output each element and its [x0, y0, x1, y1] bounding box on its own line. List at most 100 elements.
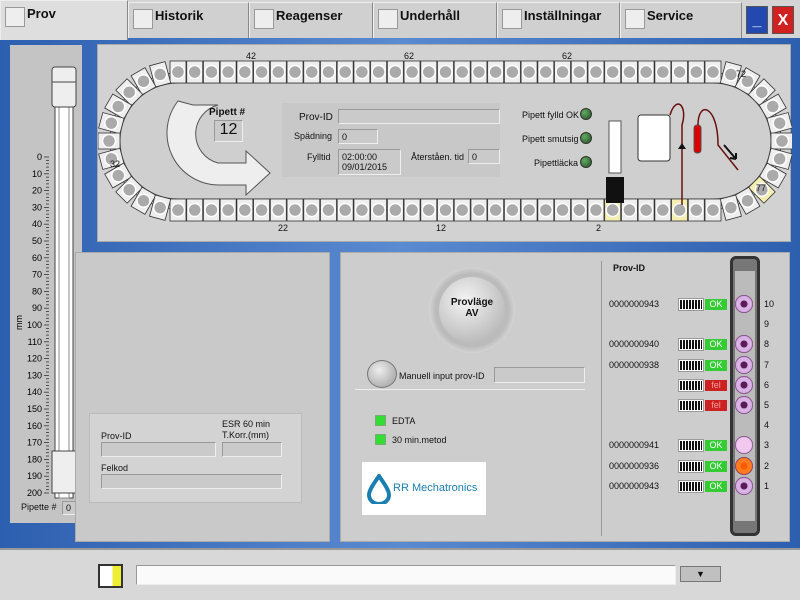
- rack-row-status: fel: [705, 400, 727, 411]
- close-button[interactable]: X: [772, 6, 794, 34]
- service-icon: [625, 9, 645, 29]
- tube-tick-label: 170: [27, 438, 42, 448]
- tube-tick-label: 0: [37, 152, 42, 162]
- tube-panel: 0 10 20 30 40 50 60 70 80 90 100 110 120 130 140 150 160…: [10, 45, 82, 523]
- ruler-icon: [608, 120, 622, 174]
- rack-row-status: OK: [705, 299, 727, 310]
- pipett-label: Pipett #: [209, 107, 246, 118]
- tube-tick-label: 200: [27, 488, 42, 498]
- rack-row-id: 0000000936: [609, 460, 660, 471]
- rack-row: 0000000941 OK 3: [609, 436, 789, 455]
- aterstaende-label: Återståen. tid: [411, 152, 465, 162]
- barcode-icon: [678, 399, 704, 412]
- carousel-slot: [386, 198, 404, 222]
- provlage-button[interactable]: Provläge AV: [439, 277, 505, 343]
- tab-reagenser[interactable]: Reagenser: [249, 2, 373, 38]
- carousel-slot: [587, 60, 605, 84]
- tab-underhall[interactable]: Underhåll: [373, 2, 497, 38]
- barcode-icon: [678, 479, 704, 493]
- carousel-slot: [336, 60, 354, 84]
- rack-position: 7: [764, 359, 770, 370]
- carousel-slot: [554, 198, 571, 222]
- tab-label: Inställningar: [524, 8, 602, 23]
- carousel-slot: [487, 60, 505, 84]
- pipette-value: 0: [62, 501, 76, 515]
- provlage-state: AV: [465, 308, 479, 319]
- tab-historik[interactable]: Historik: [128, 2, 249, 38]
- pipettlacka-label: Pipettläcka: [534, 158, 579, 168]
- rack-row-status: fel: [705, 379, 727, 391]
- tube-tick-label: 80: [32, 286, 42, 296]
- carousel-slot: [253, 198, 270, 222]
- metod-led: [375, 434, 386, 445]
- tab-service[interactable]: Service: [620, 2, 742, 38]
- settings-icon: [502, 9, 522, 29]
- tube-level-marker: [51, 450, 77, 494]
- carousel-slot: [169, 60, 187, 84]
- carousel-slot: [554, 60, 571, 84]
- carousel-slot: [420, 198, 438, 222]
- carousel-slot: [487, 198, 505, 222]
- carousel-slot: [203, 60, 220, 84]
- slot-label: 32: [110, 159, 121, 169]
- prov-id-field: [338, 109, 500, 124]
- tab-label: Prov: [27, 6, 56, 21]
- log-icon[interactable]: [98, 564, 123, 588]
- rack-position: 4: [764, 420, 770, 431]
- rack-row: 0000000943 OK 10: [609, 295, 789, 313]
- rack-row: 0000000938 OK 7: [609, 355, 789, 374]
- carousel-slot: [353, 198, 371, 222]
- carousel-panel: 42 62 62 22 12 2 32 72 77 Pipett # 12 Pr…: [97, 44, 792, 242]
- sample-tube-icon: [735, 375, 753, 394]
- carousel-slot: [687, 198, 705, 222]
- carousel-slot: [269, 198, 287, 222]
- carousel-slot: [587, 198, 605, 222]
- manual-input-button[interactable]: [367, 360, 397, 388]
- edta-label: EDTA: [392, 416, 416, 426]
- dropdown-button[interactable]: ▼: [680, 566, 721, 582]
- esr-field: [222, 442, 282, 457]
- carousel-slot: [219, 60, 237, 84]
- logo: RR Mechatronics: [362, 462, 486, 515]
- manual-input-label: Manuell input prov-ID: [399, 371, 485, 381]
- carousel-slot: [637, 60, 655, 84]
- maintenance-icon: [378, 9, 398, 29]
- history-icon: [133, 9, 153, 29]
- rack-row: 0000000943 OK 1: [609, 476, 789, 495]
- spadning-label: Spädning: [294, 131, 333, 141]
- tube-tick-label: 180: [27, 454, 42, 464]
- rack-position: 3: [764, 440, 770, 451]
- manual-input-field[interactable]: [494, 367, 585, 383]
- carousel-slot: [236, 198, 254, 222]
- sedimentation-tube: 0 10 20 30 40 50 60 70 80 90 100 110 120 130 140 150 160…: [14, 66, 77, 499]
- minimize-button[interactable]: _: [746, 6, 768, 34]
- tab-label: Historik: [155, 8, 204, 23]
- carousel-slot: [253, 60, 270, 84]
- carousel-slot: [303, 60, 321, 84]
- slot-label: 22: [278, 223, 289, 233]
- tube-tick-label: 10: [32, 169, 42, 179]
- pipett-fylld-led: [580, 108, 592, 120]
- pipett-smutsig-led: [580, 132, 592, 144]
- tab-prov[interactable]: Prov: [0, 0, 128, 40]
- tab-label: Underhåll: [400, 8, 460, 23]
- rack-row-status: OK: [705, 359, 727, 371]
- rack-row: 9: [609, 318, 789, 332]
- carousel-slot: [336, 198, 354, 222]
- carousel-slot: [236, 60, 254, 84]
- rack-row: 4: [609, 419, 789, 433]
- tube-tick-label: 160: [27, 421, 42, 431]
- carousel-slot: [403, 198, 421, 222]
- tab-installningar[interactable]: Inställningar: [497, 2, 620, 38]
- sample-tube-icon: [735, 335, 753, 354]
- metod-label: 30 min.metod: [392, 435, 447, 445]
- carousel-slot: [470, 198, 488, 222]
- barcode-icon: [678, 459, 704, 473]
- slot-label: 2: [596, 223, 602, 233]
- carousel-slot: [520, 198, 538, 222]
- carousel-slot: [637, 198, 655, 222]
- pipettlacka-led: [580, 156, 592, 168]
- result-prov-id-label: Prov-ID: [101, 431, 132, 441]
- rack-row: 0000000936 OK 2: [609, 456, 789, 475]
- carousel-slot: [470, 60, 488, 84]
